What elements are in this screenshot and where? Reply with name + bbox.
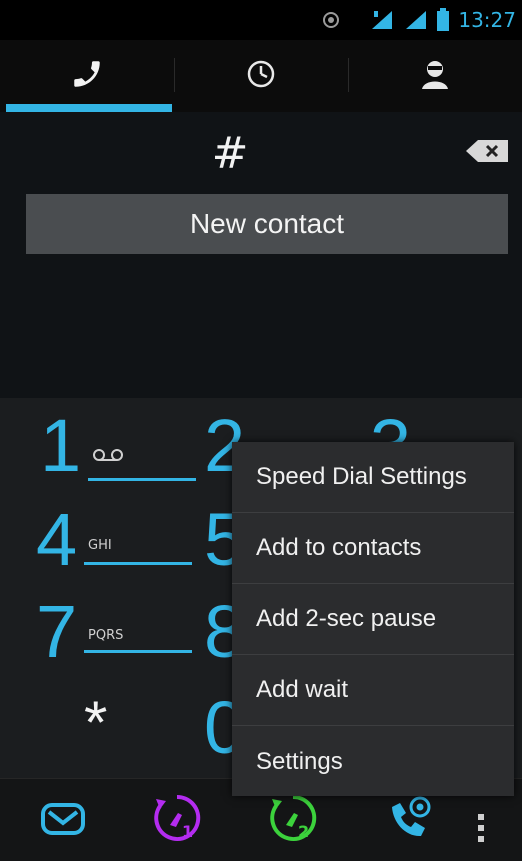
- clock-text: 13:27: [458, 8, 516, 32]
- key-digit: 1: [40, 404, 82, 487]
- menu-item-add-pause[interactable]: Add 2-sec pause: [232, 584, 514, 655]
- menu-item-settings[interactable]: Settings: [232, 726, 514, 797]
- key-letters: GHI: [88, 538, 112, 553]
- new-contact-button[interactable]: New contact: [26, 194, 508, 254]
- key-underline: [84, 562, 192, 565]
- key-digit: 3: [370, 406, 411, 446]
- backspace-icon: [464, 140, 510, 168]
- person-icon: [418, 57, 452, 96]
- voicemail-icon: [92, 448, 124, 467]
- menu-item-add-wait[interactable]: Add wait: [232, 655, 514, 726]
- video-call-button[interactable]: [384, 791, 438, 850]
- key-underline: [84, 650, 192, 653]
- message-icon: [38, 803, 88, 847]
- key-underline: [88, 478, 196, 481]
- message-button[interactable]: [38, 793, 88, 848]
- dial-input[interactable]: #: [0, 128, 460, 179]
- key-4[interactable]: 4 GHI: [36, 500, 206, 580]
- signal-1-icon: [370, 9, 396, 31]
- svg-text:1: 1: [182, 822, 193, 841]
- sync-icon: [322, 11, 340, 29]
- video-call-icon: [384, 796, 438, 849]
- clock-icon: [245, 58, 277, 95]
- tab-contacts[interactable]: [348, 40, 522, 112]
- call-sim2-icon: 2: [266, 794, 320, 849]
- signal-2-icon: [404, 9, 428, 31]
- battery-icon: [436, 8, 450, 32]
- key-letters: PQRS: [88, 628, 124, 643]
- tab-bar: [0, 40, 522, 112]
- key-digit: 7: [36, 590, 78, 673]
- call-sim1-button[interactable]: 1: [150, 791, 204, 850]
- key-1[interactable]: 1: [40, 406, 210, 486]
- menu-item-speed-dial-settings[interactable]: Speed Dial Settings: [232, 442, 514, 513]
- menu-item-add-to-contacts[interactable]: Add to contacts: [232, 513, 514, 584]
- call-sim1-icon: 1: [150, 794, 204, 849]
- key-digit: 4: [36, 498, 78, 581]
- options-menu: Speed Dial Settings Add to contacts Add …: [232, 442, 514, 796]
- tab-call-log[interactable]: [174, 40, 348, 112]
- phone-icon: [70, 57, 104, 96]
- tab-dialer[interactable]: [0, 40, 174, 112]
- status-bar: 13:27: [0, 0, 522, 40]
- key-3[interactable]: 3: [370, 406, 430, 446]
- svg-text:2: 2: [298, 822, 309, 841]
- key-star[interactable]: *: [44, 689, 164, 768]
- key-7[interactable]: 7 PQRS: [36, 592, 206, 672]
- backspace-button[interactable]: [464, 138, 510, 169]
- overflow-menu-icon[interactable]: [478, 814, 486, 842]
- call-sim2-button[interactable]: 2: [266, 791, 320, 850]
- key-digit: *: [84, 689, 108, 756]
